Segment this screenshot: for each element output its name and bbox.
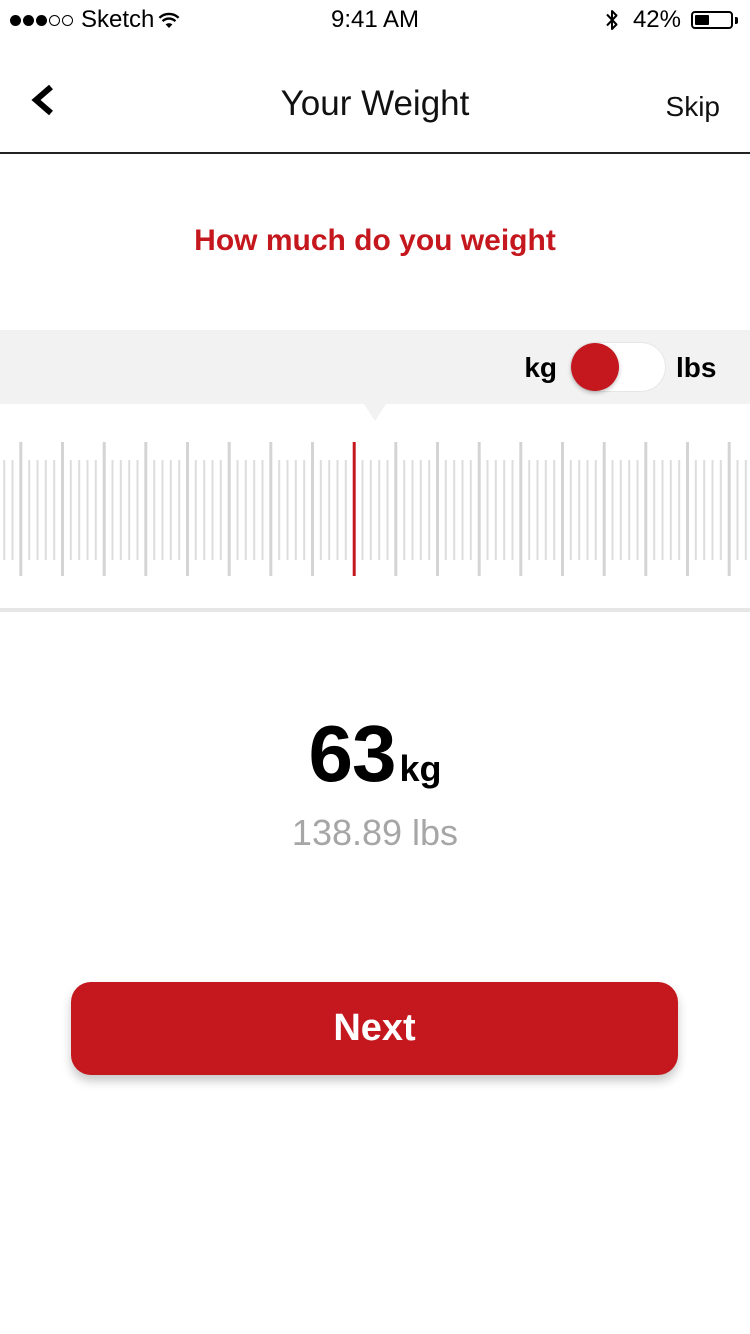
weight-value: 63 kg (0, 704, 750, 804)
battery-percent: 42% (632, 6, 681, 33)
battery-cap (735, 16, 738, 24)
ruler-pointer-icon (364, 404, 386, 421)
unit-label-lbs[interactable]: lbs (676, 350, 716, 386)
status-right: 42% (605, 4, 738, 36)
battery-icon (691, 11, 733, 29)
bluetooth-icon (606, 10, 618, 30)
weight-unit: kg (399, 748, 442, 789)
next-button[interactable]: Next (71, 982, 678, 1075)
weight-converted: 138.89 lbs (291, 812, 459, 853)
toggle-knob[interactable] (571, 343, 619, 391)
unit-label-kg[interactable]: kg (524, 350, 557, 386)
page-title: Your Weight (280, 84, 470, 123)
battery-fill (695, 15, 709, 25)
weight-number: 63 (308, 709, 397, 798)
navigation-bar: Your Weight Skip (0, 40, 750, 154)
weight-screen: Sketch 9:41 AM 42% Your Weight Skip How … (0, 0, 750, 1334)
unit-selector-bar: kg lbs (0, 330, 750, 404)
skip-button[interactable]: Skip (666, 88, 720, 126)
unit-toggle[interactable] (570, 342, 666, 392)
weight-ruler-slider[interactable] (0, 440, 750, 580)
status-bar: Sketch 9:41 AM 42% (0, 0, 750, 40)
question-text: How much do you weight (194, 224, 556, 257)
ruler-baseline (0, 608, 750, 612)
